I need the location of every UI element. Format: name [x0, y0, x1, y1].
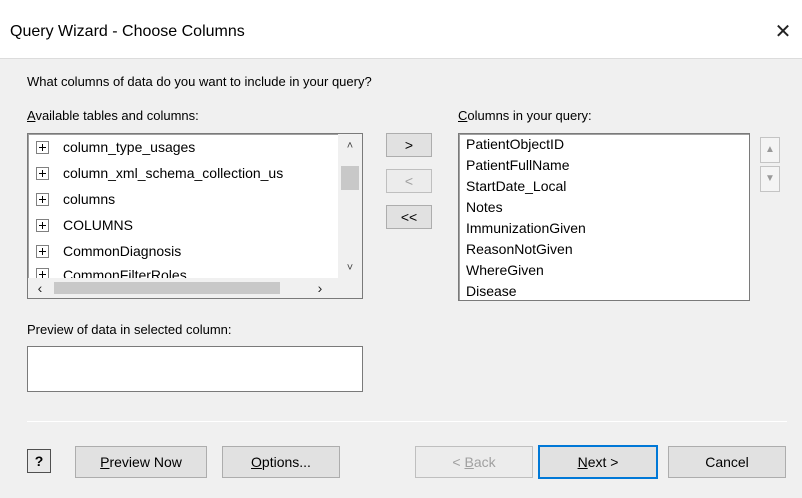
scroll-right-icon[interactable]: ›	[308, 278, 332, 298]
list-item-label: column_xml_schema_collection_us	[63, 165, 284, 181]
list-item[interactable]: Notes	[459, 197, 749, 218]
list-item[interactable]: PatientObjectID	[459, 134, 749, 155]
query-columns-list[interactable]: PatientObjectID PatientFullName StartDat…	[458, 133, 750, 301]
list-item[interactable]: COLUMNS	[28, 212, 338, 238]
prompt-text: What columns of data do you want to incl…	[27, 74, 372, 89]
back-rest: ack	[473, 454, 496, 470]
list-item[interactable]: StartDate_Local	[459, 176, 749, 197]
list-item-label: column_type_usages	[63, 139, 196, 155]
horizontal-scrollbar[interactable]: ‹ ›	[28, 278, 362, 298]
window-title: Query Wizard - Choose Columns	[10, 23, 245, 40]
vertical-scrollbar[interactable]: ˄ ˅	[338, 134, 362, 280]
preview-field[interactable]	[27, 346, 363, 392]
next-accel: N	[577, 454, 588, 470]
add-column-button[interactable]: >	[386, 133, 432, 157]
back-button[interactable]: < Back	[415, 446, 533, 478]
scroll-up-icon[interactable]: ˄	[338, 136, 362, 156]
list-item[interactable]: Disease	[459, 281, 749, 300]
list-item[interactable]: columns	[28, 186, 338, 212]
back-accel: B	[464, 454, 474, 470]
available-tables-list[interactable]: column_type_usages column_xml_schema_col…	[27, 133, 363, 299]
expand-icon[interactable]	[36, 268, 49, 278]
query-columns-label: Columns in your query:	[458, 108, 592, 123]
scroll-down-icon[interactable]: ˅	[338, 258, 362, 278]
preview-label: Preview of data in selected column:	[27, 322, 232, 337]
options-rest: ptions...	[261, 454, 311, 470]
available-items: column_type_usages column_xml_schema_col…	[28, 134, 338, 278]
move-up-button[interactable]: ▲	[760, 137, 780, 163]
cancel-button[interactable]: Cancel	[668, 446, 786, 478]
list-item-label: CommonFilterRoles	[63, 267, 187, 278]
remove-column-button[interactable]: <	[386, 169, 432, 193]
expand-icon[interactable]	[36, 244, 49, 258]
query-label-rest: olumns in your query:	[467, 108, 592, 123]
expand-icon[interactable]	[36, 192, 49, 206]
scroll-left-icon[interactable]: ‹	[28, 278, 52, 298]
preview-now-rest: review Now	[109, 454, 182, 470]
expand-icon[interactable]	[36, 140, 49, 154]
help-button[interactable]: ?	[27, 449, 51, 473]
list-item[interactable]: CommonFilterRoles	[28, 264, 338, 278]
list-item[interactable]: ImmunizationGiven	[459, 218, 749, 239]
list-item[interactable]: WhereGiven	[459, 260, 749, 281]
list-item[interactable]: ReasonNotGiven	[459, 239, 749, 260]
list-item-label: COLUMNS	[63, 217, 134, 233]
available-label-rest: vailable tables and columns:	[35, 108, 199, 123]
next-rest: ext >	[587, 454, 619, 470]
scroll-thumb[interactable]	[341, 166, 359, 190]
move-down-button[interactable]: ▼	[760, 166, 780, 192]
preview-now-button[interactable]: Preview Now	[75, 446, 207, 478]
scroll-thumb[interactable]	[54, 282, 280, 294]
list-item-label: CommonDiagnosis	[63, 243, 182, 259]
available-label: Available tables and columns:	[27, 108, 199, 123]
expand-icon[interactable]	[36, 218, 49, 232]
list-item[interactable]: CommonDiagnosis	[28, 238, 338, 264]
footer-divider	[27, 421, 787, 422]
list-item[interactable]: column_xml_schema_collection_us	[28, 160, 338, 186]
close-button[interactable]: ✕	[772, 20, 794, 44]
options-accel: O	[251, 454, 262, 470]
title-bar: Query Wizard - Choose Columns ✕	[0, 0, 802, 58]
options-button[interactable]: Options...	[222, 446, 340, 478]
expand-icon[interactable]	[36, 166, 49, 180]
next-button[interactable]: Next >	[538, 445, 658, 479]
list-item-label: columns	[63, 191, 116, 207]
back-prefix: <	[452, 454, 465, 470]
remove-all-columns-button[interactable]: <<	[386, 205, 432, 229]
list-item[interactable]: PatientFullName	[459, 155, 749, 176]
list-item[interactable]: column_type_usages	[28, 134, 338, 160]
query-label-accel: C	[458, 108, 468, 123]
